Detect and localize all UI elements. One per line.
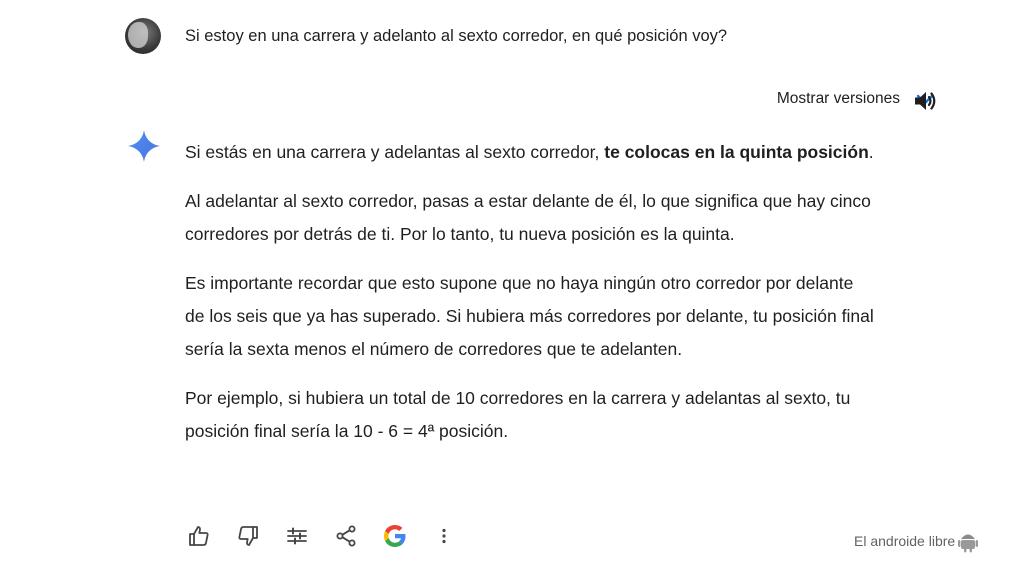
- response-actions: [185, 522, 479, 550]
- avatar[interactable]: [125, 18, 161, 54]
- response-paragraph: Si estás en una carrera y adelantas al s…: [185, 136, 875, 169]
- response-paragraph: Al adelantar al sexto corredor, pasas a …: [185, 191, 871, 244]
- show-versions-label[interactable]: Mostrar versiones: [777, 90, 900, 108]
- response-body: Si estás en una carrera y adelantas al s…: [185, 136, 875, 464]
- volume-icon[interactable]: [912, 88, 938, 114]
- user-message: Si estoy en una carrera y adelanto al se…: [185, 27, 728, 45]
- google-g-icon[interactable]: [381, 522, 409, 550]
- share-icon[interactable]: [332, 522, 360, 550]
- user-prompt: Si estoy en una carrera y adelanto al se…: [125, 18, 727, 54]
- thumbs-up-icon[interactable]: [185, 522, 213, 550]
- response-paragraph: Es importante recordar que esto supone q…: [185, 273, 874, 359]
- response-paragraph: Por ejemplo, si hubiera un total de 10 c…: [185, 388, 851, 441]
- more-vert-icon[interactable]: [430, 522, 458, 550]
- response-text: .: [868, 142, 874, 162]
- gemini-sparkle-icon: [126, 128, 162, 164]
- thumbs-down-icon[interactable]: [234, 522, 262, 550]
- response-bold-text: te colocas en la quinta posición: [604, 142, 869, 162]
- watermark-text: El androide libre: [854, 533, 956, 549]
- response-text: Si estás en una carrera y adelantas al s…: [185, 142, 605, 162]
- watermark: El androide libre: [854, 529, 979, 553]
- android-logo-icon: [957, 529, 979, 553]
- tune-icon[interactable]: [283, 522, 311, 550]
